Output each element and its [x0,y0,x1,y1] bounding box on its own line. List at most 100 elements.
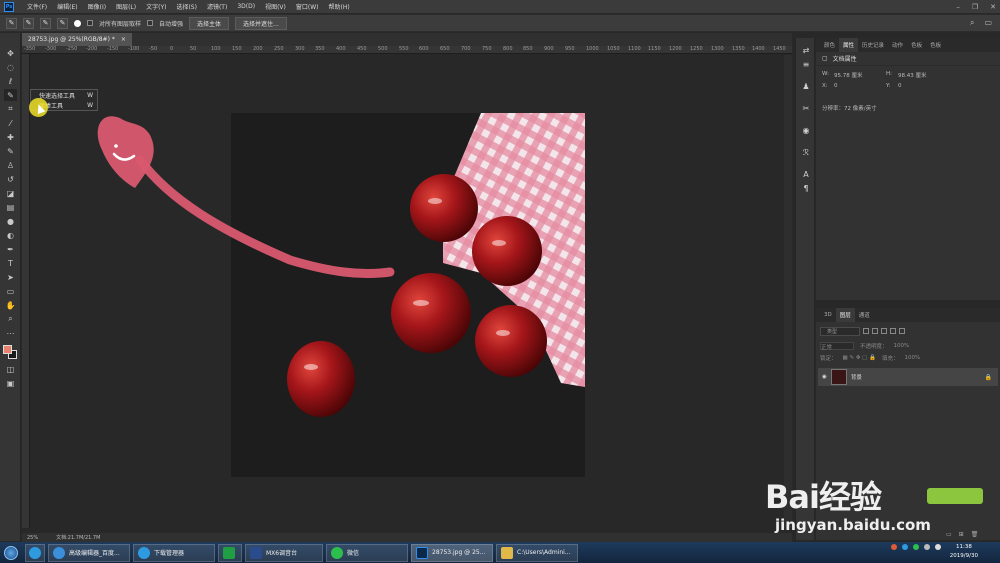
adjust-icon[interactable]: ≡ [800,58,812,70]
paths-icon[interactable]: ℛ [800,146,812,158]
tab-swatches[interactable]: 色板 [907,38,926,52]
dodge-tool-icon[interactable]: ◐ [4,229,17,241]
taskbar-clock[interactable]: 11:38 2019/9/30 [950,543,978,561]
character-icon[interactable]: A [800,168,812,180]
clone-stamp-icon[interactable]: ♙ [4,159,17,171]
close-icon[interactable]: ✕ [990,3,996,11]
lock-icons[interactable]: ▦ ✎ ✥ ▢ 🔒 [843,355,876,361]
zoom-tool-icon[interactable]: ⌕ [4,313,17,325]
path-selection-icon[interactable]: ➤ [4,271,17,283]
tab-swatches-2[interactable]: 色板 [926,38,945,52]
lock-icon[interactable]: 🔒 [985,374,992,381]
select-and-mask-button[interactable]: 选择并遮住... [235,16,287,30]
eraser-tool-icon[interactable]: ◪ [4,187,17,199]
tool-presets-icon[interactable]: ✂ [800,102,812,114]
tray-icon[interactable] [891,544,897,550]
network-icon[interactable] [924,544,930,550]
menu-type[interactable]: 文字(Y) [141,2,171,11]
smart-filter-icon[interactable] [899,328,905,334]
quick-selection-tool-icon[interactable]: ✎ [4,89,17,101]
lasso-tool-icon[interactable]: ℓ [4,75,17,87]
subtract-selection-icon[interactable]: ✎ [57,17,68,29]
workspace-icon[interactable]: ▭ [984,18,992,28]
tab-3d[interactable]: 3D [820,308,836,322]
vertical-scrollbar[interactable] [784,55,792,528]
hand-tool-icon[interactable]: ✋ [4,299,17,311]
brush-size-icon[interactable] [74,19,81,27]
menu-select[interactable]: 选择(S) [171,2,202,11]
blur-tool-icon[interactable]: ● [4,215,17,227]
search-icon[interactable]: ⌕ [970,18,974,28]
fill-value[interactable]: 100% [904,355,920,361]
tab-properties[interactable]: 属性 [839,38,859,52]
type-filter-icon[interactable] [881,328,887,334]
menu-filter[interactable]: 滤镜(T) [202,2,232,11]
tab-layers[interactable]: 图层 [835,308,855,322]
menu-3d[interactable]: 3D(D) [232,3,260,10]
marquee-tool-icon[interactable]: ◌ [4,61,17,73]
visibility-eye-icon[interactable]: ◉ [822,374,827,380]
healing-brush-icon[interactable]: ✚ [4,131,17,143]
tab-color[interactable]: 颜色 [820,38,839,52]
tab-history[interactable]: 历史记录 [858,38,888,52]
people-icon[interactable]: ♟ [800,80,812,92]
start-button[interactable] [0,542,22,563]
close-tab-icon[interactable]: × [121,36,126,43]
menu-view[interactable]: 视图(V) [260,2,291,11]
taskbar-item[interactable]: 微信 [326,543,408,562]
add-to-selection-icon[interactable]: ✎ [40,17,51,29]
menu-help[interactable]: 帮助(H) [324,2,355,11]
quick-selection-preset-icon[interactable]: ✎ [6,17,17,29]
adjustment-filter-icon[interactable] [872,328,878,334]
menu-file[interactable]: 文件(F) [22,2,52,11]
height-value[interactable]: 98.43 厘米 [898,71,927,79]
gradient-tool-icon[interactable]: ▤ [4,201,17,213]
taskbar-item-active[interactable]: 28753.jpg @ 25... [411,543,493,562]
foreground-color-swatch[interactable] [3,345,12,354]
menu-window[interactable]: 窗口(W) [291,2,324,11]
x-value[interactable]: 0 [834,83,838,89]
crop-tool-icon[interactable]: ⌗ [4,103,17,115]
minimize-icon[interactable]: – [956,3,960,11]
history-icon[interactable]: ⇄ [800,44,812,56]
select-subject-button[interactable]: 选择主体 [189,16,230,30]
taskbar-item[interactable] [218,543,242,562]
y-value[interactable]: 0 [898,83,902,89]
more-tools-icon[interactable]: ⋯ [4,327,17,339]
opacity-value[interactable]: 100% [894,343,910,349]
tray-icon[interactable] [913,544,919,550]
tab-actions[interactable]: 动作 [888,38,907,52]
layer-row-background[interactable]: ◉ 背景 🔒 [818,368,998,386]
move-tool-icon[interactable]: ✥ [4,47,17,59]
pen-tool-icon[interactable]: ✒ [4,243,17,255]
restore-icon[interactable]: ❐ [972,3,978,11]
screen-mode-icon[interactable]: ▣ [4,377,17,389]
layer-name[interactable]: 背景 [851,373,862,381]
taskbar-item[interactable]: MX6调音台 [245,543,323,562]
brush-tool-icon[interactable]: ✎ [4,145,17,157]
paragraph-icon[interactable]: ¶ [800,182,812,194]
tray-icon[interactable] [902,544,908,550]
width-value[interactable]: 95.78 厘米 [834,71,863,79]
shape-filter-icon[interactable] [890,328,896,334]
menu-image[interactable]: 图像(I) [83,2,111,11]
auto-enhance-checkbox[interactable] [147,20,154,26]
new-selection-icon[interactable]: ✎ [23,17,34,29]
taskbar-item[interactable]: 下载管理器 [133,543,215,562]
taskbar-item[interactable]: 高级编辑器_百度... [48,543,130,562]
tab-channels[interactable]: 通道 [855,308,874,322]
quick-mask-icon[interactable]: ◫ [4,363,17,375]
history-brush-icon[interactable]: ↺ [4,173,17,185]
taskbar-pinned[interactable] [25,543,45,562]
volume-icon[interactable] [935,544,941,550]
sample-all-layers-checkbox[interactable] [87,20,93,26]
zoom-level[interactable]: 25% [27,535,38,541]
menu-layer[interactable]: 图层(L) [111,2,141,11]
blend-mode-select[interactable]: 正常 [820,342,854,351]
eyedropper-tool-icon[interactable]: ⁄ [4,117,17,129]
pixel-filter-icon[interactable] [863,328,869,334]
menu-edit[interactable]: 编辑(E) [52,2,82,11]
document-tab[interactable]: 28753.jpg @ 25%(RGB/8#) * × [22,33,132,46]
taskbar-item[interactable]: C:\Users\Admini... [496,543,578,562]
rectangle-tool-icon[interactable]: ▭ [4,285,17,297]
